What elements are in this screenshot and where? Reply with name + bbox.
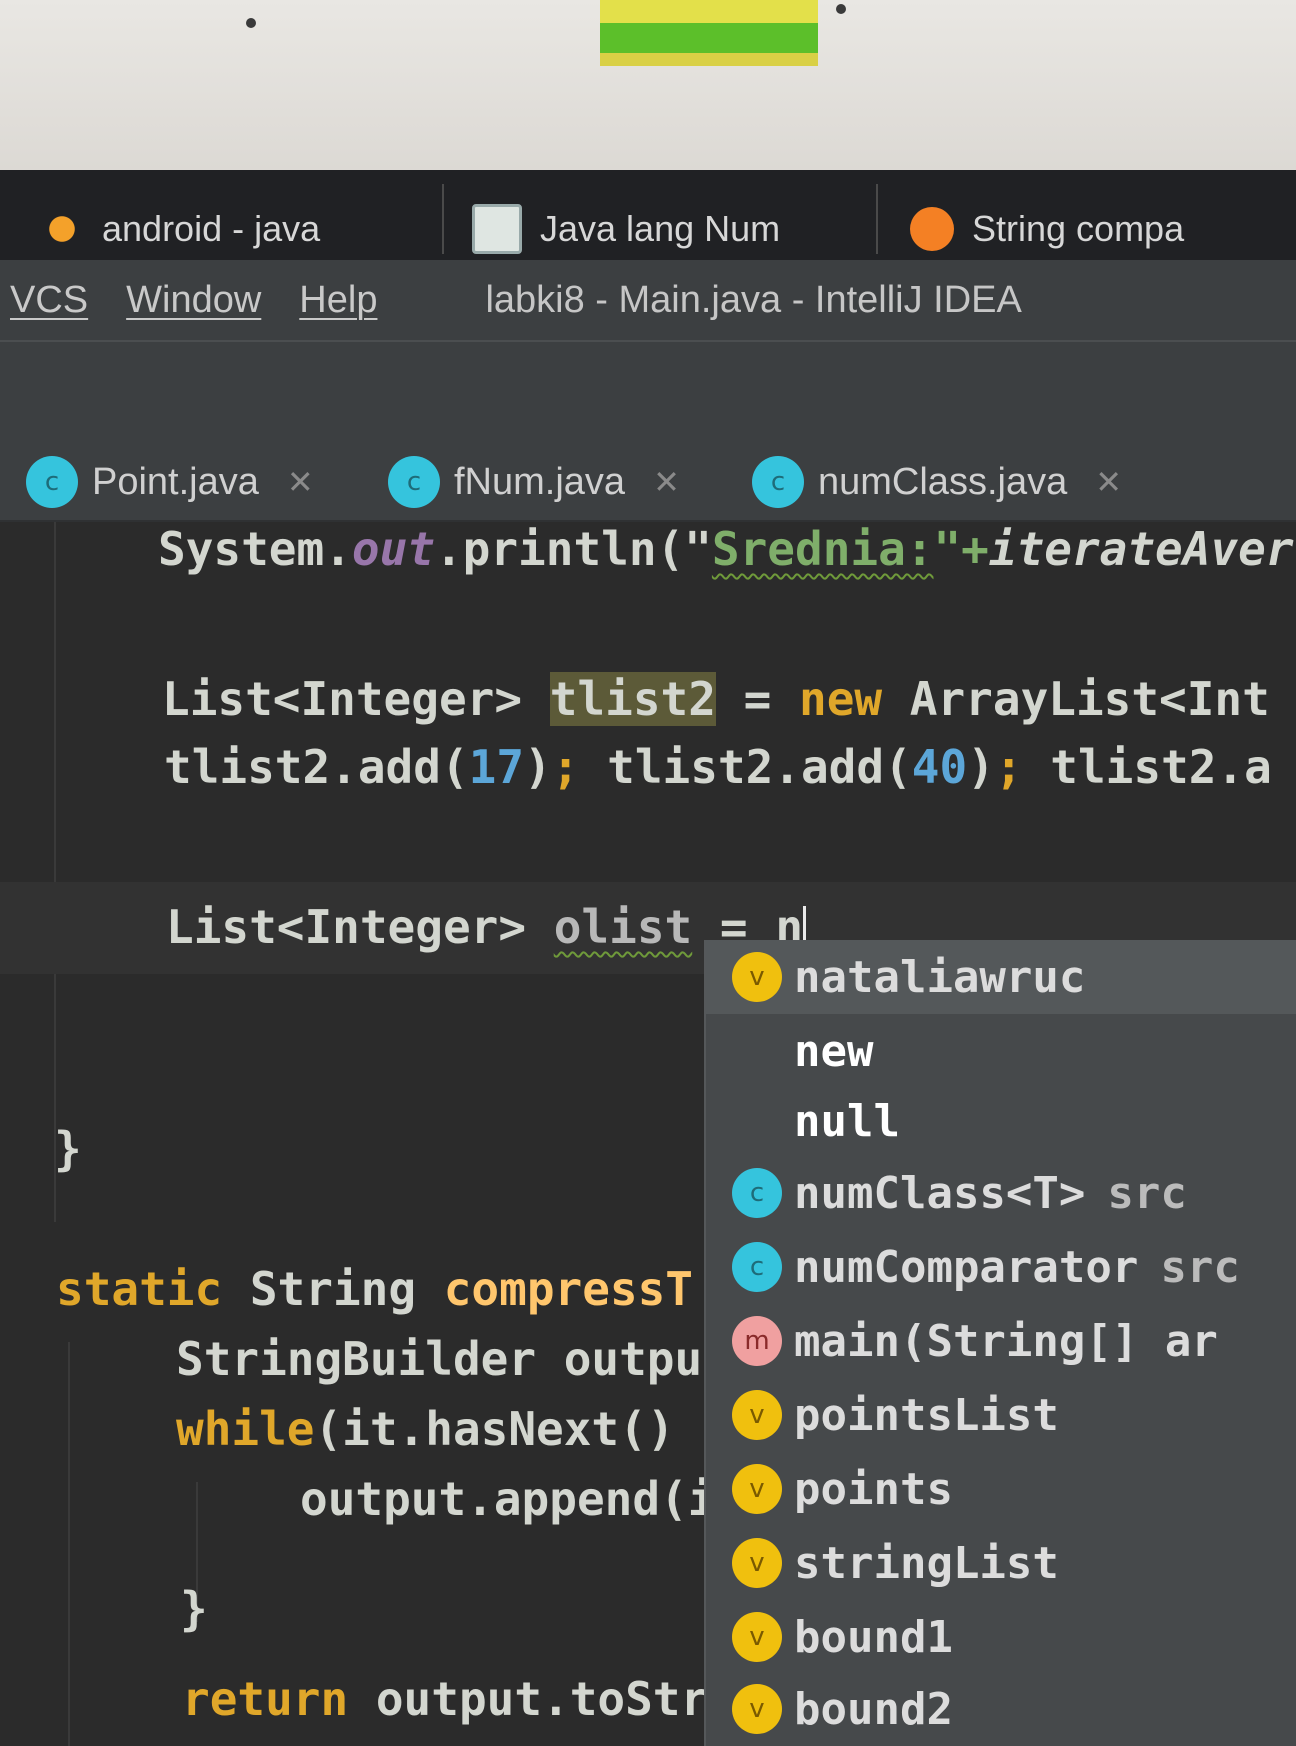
class-icon: c xyxy=(752,456,804,508)
code-line: return output.toStr xyxy=(182,1672,709,1726)
completion-item[interactable]: v points xyxy=(706,1452,1296,1526)
code-line: tlist2.add(17); tlist2.add(40); tlist2.a xyxy=(164,740,1272,794)
close-icon[interactable]: ✕ xyxy=(1095,463,1122,501)
window-title: labki8 - Main.java - IntelliJ IDEA xyxy=(485,278,1022,321)
wall-dot xyxy=(836,4,846,14)
close-icon[interactable]: ✕ xyxy=(653,463,680,501)
class-icon: c xyxy=(388,456,440,508)
completion-item[interactable]: new xyxy=(706,1014,1296,1088)
menu-vcs[interactable]: VCS xyxy=(10,279,88,322)
class-icon: c xyxy=(732,1242,782,1292)
variable-icon: v xyxy=(732,952,782,1002)
browser-tab[interactable]: Java lang Num xyxy=(472,198,872,260)
tab-point-java[interactable]: c Point.java ✕ xyxy=(26,450,314,514)
completion-item[interactable]: m main(String[] ar xyxy=(706,1304,1296,1378)
code-line: } xyxy=(54,1122,82,1176)
completion-item[interactable]: v nataliawruc xyxy=(706,940,1296,1014)
sticky-note xyxy=(600,0,818,66)
menu-help[interactable]: Help xyxy=(299,279,377,322)
code-line: while(it.hasNext() xyxy=(176,1402,675,1456)
monitor-screen: android - java Java lang Num String comp… xyxy=(0,170,1296,1746)
variable-icon: v xyxy=(732,1684,782,1734)
code-line: StringBuilder outpu xyxy=(176,1332,703,1386)
completion-item[interactable]: v pointsList xyxy=(706,1378,1296,1452)
code-line: System.out.println("Srednia:"+iterateAve… xyxy=(158,522,1294,576)
variable-icon: v xyxy=(732,1390,782,1440)
variable-icon: v xyxy=(732,1612,782,1662)
indent-guide xyxy=(68,1342,70,1746)
keyword-spacer xyxy=(732,1096,782,1146)
completion-item[interactable]: null xyxy=(706,1084,1296,1158)
completion-item[interactable]: c numClass<T> src xyxy=(706,1156,1296,1230)
browser-tab-strip: android - java Java lang Num String comp… xyxy=(0,170,1296,260)
menu-window[interactable]: Window xyxy=(126,279,261,322)
stackoverflow-icon xyxy=(910,207,954,251)
tab-divider xyxy=(876,184,878,254)
variable-icon: v xyxy=(732,1464,782,1514)
completion-item[interactable]: v bound1 xyxy=(706,1600,1296,1674)
code-line: output.append(i xyxy=(300,1472,716,1526)
tab-divider xyxy=(442,184,444,254)
browser-tab[interactable]: String compa xyxy=(910,198,1296,260)
editor-tab-bar: c Point.java ✕ c fNum.java ✕ c numClass.… xyxy=(0,442,1296,522)
background-wall xyxy=(0,0,1296,170)
completion-item[interactable]: c numComparator src xyxy=(706,1230,1296,1304)
completion-item[interactable]: v stringList xyxy=(706,1526,1296,1600)
close-icon[interactable]: ✕ xyxy=(287,463,314,501)
image-icon xyxy=(472,204,522,254)
method-icon: m xyxy=(732,1316,782,1366)
android-studio-icon xyxy=(40,207,84,251)
code-line: } xyxy=(180,1582,208,1636)
keyword-spacer xyxy=(732,1026,782,1076)
code-completion-popup: v nataliawruc new null c numClass<T> src… xyxy=(704,940,1296,1746)
tab-fnum-java[interactable]: c fNum.java ✕ xyxy=(388,450,680,514)
code-line: List<Integer> tlist2 = new ArrayList<Int xyxy=(162,672,1270,726)
toolbar xyxy=(0,340,1296,442)
variable-icon: v xyxy=(732,1538,782,1588)
tab-numclass-java[interactable]: c numClass.java ✕ xyxy=(752,450,1122,514)
class-icon: c xyxy=(732,1168,782,1218)
completion-item[interactable]: v bound2 xyxy=(706,1672,1296,1746)
code-line: static String compressT xyxy=(56,1262,693,1316)
class-icon: c xyxy=(26,456,78,508)
browser-tab[interactable]: android - java xyxy=(40,198,400,260)
wall-dot xyxy=(246,18,256,28)
indent-guide xyxy=(54,522,56,1222)
menu-bar: VCS Window Help labki8 - Main.java - Int… xyxy=(0,260,1296,340)
